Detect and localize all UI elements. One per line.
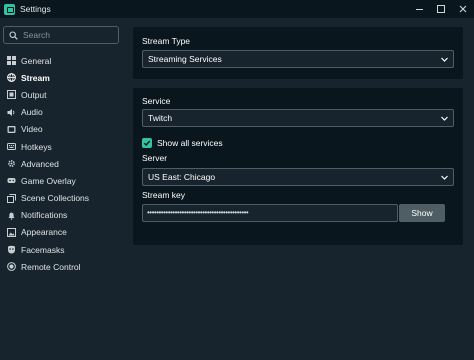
sidebar-item-label: Game Overlay	[21, 175, 76, 186]
mask-icon	[7, 245, 16, 254]
output-icon	[7, 90, 16, 100]
title-bar: Settings	[0, 0, 474, 18]
sidebar-item-hotkeys[interactable]: Hotkeys	[0, 138, 124, 155]
chevron-down-icon	[441, 116, 448, 121]
sidebar-item-advanced[interactable]: Advanced	[0, 155, 124, 172]
maximize-button[interactable]	[430, 0, 452, 18]
show-all-services-label[interactable]: Show all services	[157, 138, 223, 148]
settings-sidebar: General Stream Output Audio Video Hotkey…	[0, 18, 124, 360]
sidebar-item-label: Facemasks	[21, 244, 65, 255]
sidebar-item-label: Output	[21, 89, 47, 100]
sidebar-item-label: Stream	[21, 72, 50, 83]
bell-icon	[7, 211, 16, 220]
sidebar-item-label: Remote Control	[21, 261, 81, 272]
server-label: Server	[142, 153, 168, 163]
grid-icon	[7, 56, 16, 66]
sidebar-item-facemasks[interactable]: Facemasks	[0, 241, 124, 258]
image-icon	[7, 227, 16, 237]
sidebar-item-output[interactable]: Output	[0, 86, 124, 103]
window-controls	[408, 0, 474, 18]
settings-content: Stream Type Streaming Services Service T…	[124, 18, 474, 360]
sidebar-item-label: Advanced	[21, 158, 59, 169]
search-box[interactable]	[3, 26, 119, 44]
search-input[interactable]	[23, 30, 113, 40]
sidebar-item-label: Video	[21, 124, 43, 135]
service-label: Service	[142, 96, 171, 106]
sidebar-item-remote-control[interactable]: Remote Control	[0, 258, 124, 275]
keyboard-icon	[7, 142, 16, 151]
sidebar-item-label: Appearance	[21, 227, 67, 238]
search-icon	[9, 30, 18, 40]
sidebar-item-video[interactable]: Video	[0, 121, 124, 138]
stream-type-value: Streaming Services	[148, 54, 222, 64]
close-button[interactable]	[452, 0, 474, 18]
globe-icon	[7, 73, 16, 83]
stream-settings-section: Service Twitch Show all services Server …	[133, 88, 463, 245]
sidebar-item-label: General	[21, 55, 52, 66]
sidebar-item-audio[interactable]: Audio	[0, 104, 124, 121]
sidebar-item-appearance[interactable]: Appearance	[0, 224, 124, 241]
checkmark-icon	[143, 140, 151, 147]
sidebar-item-label: Notifications	[21, 210, 68, 221]
sidebar-item-notifications[interactable]: Notifications	[0, 207, 124, 224]
sidebar-item-general[interactable]: General	[0, 52, 124, 69]
sidebar-item-label: Scene Collections	[21, 193, 90, 204]
show-stream-key-button[interactable]: Show	[399, 204, 445, 222]
chevron-down-icon	[441, 175, 448, 180]
close-icon	[459, 5, 467, 13]
sidebar-item-label: Hotkeys	[21, 141, 52, 152]
gamepad-icon	[7, 176, 16, 185]
stream-type-select[interactable]: Streaming Services	[142, 50, 454, 68]
show-all-services-checkbox[interactable]	[142, 138, 152, 148]
stream-key-input[interactable]: ••••••••••••••••••••••••••••••••••••••••…	[142, 204, 398, 222]
chevron-down-icon	[441, 57, 448, 62]
sidebar-item-stream[interactable]: Stream	[0, 69, 124, 86]
service-select[interactable]: Twitch	[142, 109, 454, 127]
minimize-button[interactable]	[408, 0, 430, 18]
server-value: US East: Chicago	[148, 172, 216, 182]
sidebar-item-label: Audio	[21, 107, 43, 118]
stream-key-label: Stream key	[142, 190, 185, 200]
remote-icon	[7, 262, 16, 272]
gear-icon	[7, 159, 16, 168]
server-select[interactable]: US East: Chicago	[142, 168, 454, 186]
app-logo-icon	[4, 3, 15, 15]
stream-type-section: Stream Type Streaming Services	[133, 27, 463, 79]
sidebar-item-game-overlay[interactable]: Game Overlay	[0, 172, 124, 189]
sidebar-nav: General Stream Output Audio Video Hotkey…	[0, 52, 124, 275]
speaker-icon	[7, 108, 16, 117]
sidebar-item-scene-collections[interactable]: Scene Collections	[0, 190, 124, 207]
service-value: Twitch	[148, 113, 173, 123]
video-icon	[7, 125, 16, 134]
collections-icon	[7, 193, 16, 203]
stream-type-label: Stream Type	[142, 36, 191, 46]
window-title: Settings	[20, 4, 51, 14]
